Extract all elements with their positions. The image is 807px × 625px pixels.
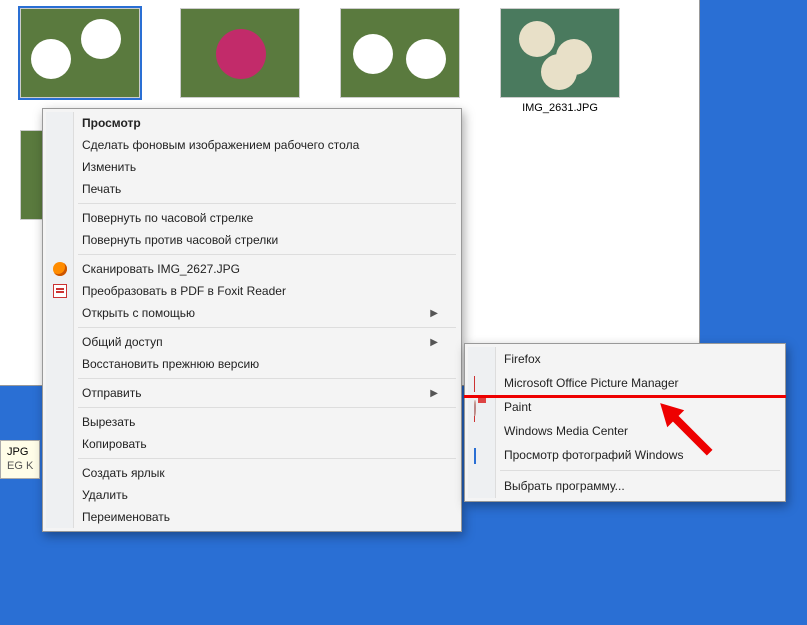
separator [78,254,456,255]
submenu-ms-picture-manager[interactable]: Microsoft Office Picture Manager [468,371,782,395]
menu-edit[interactable]: Изменить [46,156,458,178]
menu-create-shortcut[interactable]: Создать ярлык [46,462,458,484]
menu-restore-version[interactable]: Восстановить прежнюю версию [46,353,458,375]
submenu-choose-program[interactable]: Выбрать программу... [468,474,782,498]
menu-scan[interactable]: Сканировать IMG_2627.JPG [46,258,458,280]
paint-icon [474,399,490,415]
menu-print[interactable]: Печать [46,178,458,200]
menu-copy[interactable]: Копировать [46,433,458,455]
separator [78,407,456,408]
separator [500,470,780,471]
submenu-arrow-icon: ▶ [430,388,438,399]
open-with-submenu: Firefox Microsoft Office Picture Manager… [464,343,786,502]
tooltip-line2: EG K [7,459,33,473]
separator [78,203,456,204]
separator [78,378,456,379]
file-label: IMG_2631.JPG [500,102,620,114]
file-thumb-2[interactable] [180,8,300,114]
submenu-paint[interactable]: Paint [468,395,782,419]
menu-send-to[interactable]: Отправить ▶ [46,382,458,404]
file-thumb-4[interactable]: IMG_2631.JPG [500,8,620,114]
menu-convert-pdf[interactable]: Преобразовать в PDF в Foxit Reader [46,280,458,302]
menu-cut[interactable]: Вырезать [46,411,458,433]
submenu-windows-photo-viewer[interactable]: Просмотр фотографий Windows [468,443,782,467]
tooltip: JPG EG K [0,440,40,479]
menu-rename[interactable]: Переименовать [46,506,458,528]
menu-rotate-ccw[interactable]: Повернуть против часовой стрелки [46,229,458,251]
menu-share[interactable]: Общий доступ ▶ [46,331,458,353]
submenu-windows-media-center[interactable]: Windows Media Center [468,419,782,443]
file-thumb-1[interactable] [20,8,140,114]
thumbnail-row: IMG_2631.JPG [20,8,679,114]
submenu-firefox[interactable]: Firefox [468,347,782,371]
wmc-icon [474,423,490,439]
annotation-underline [464,395,786,398]
menu-rotate-cw[interactable]: Повернуть по часовой стрелке [46,207,458,229]
ms-picture-manager-icon [474,375,490,391]
submenu-arrow-icon: ▶ [430,308,438,319]
tooltip-line1: JPG [7,445,33,459]
submenu-arrow-icon: ▶ [430,337,438,348]
pdf-icon [52,283,68,299]
firefox-icon [474,351,490,367]
separator [78,458,456,459]
menu-view[interactable]: Просмотр [46,112,458,134]
separator [78,327,456,328]
file-thumb-3[interactable] [340,8,460,114]
photo-viewer-icon [474,447,490,463]
context-menu: Просмотр Сделать фоновым изображением ра… [42,108,462,532]
menu-open-with[interactable]: Открыть с помощью ▶ [46,302,458,324]
scan-icon [52,261,68,277]
menu-set-wallpaper[interactable]: Сделать фоновым изображением рабочего ст… [46,134,458,156]
menu-delete[interactable]: Удалить [46,484,458,506]
